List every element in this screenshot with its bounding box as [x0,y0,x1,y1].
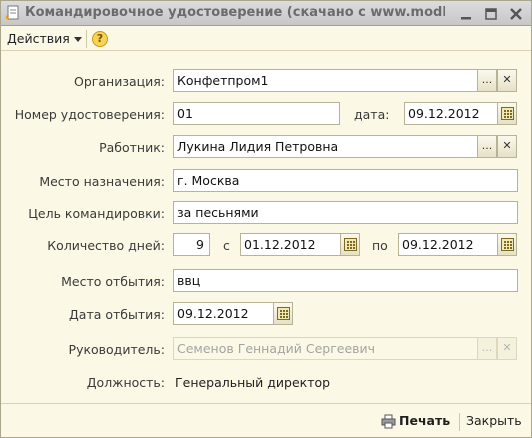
calendar-icon [344,238,357,251]
days-count-field[interactable]: 9 [173,233,210,256]
from-date-calendar-button[interactable] [340,233,360,256]
departure-date-label: Дата отбытия: [69,307,165,322]
organization-select-button[interactable]: ... [477,69,497,92]
date-label: дата: [354,107,390,122]
to-date-calendar-button[interactable] [497,233,517,256]
calendar-icon [277,307,290,320]
position-label: Должность: [86,375,165,390]
help-icon[interactable]: ? [92,31,108,47]
to-date-field[interactable]: 09.12.2012 [398,233,498,256]
manager-clear-button: ✕ [497,337,517,360]
bottom-bar: Печать Закрыть [1,403,531,437]
employee-field[interactable]: Лукина Лидия Петровна [173,135,478,158]
print-label: Печать [399,413,451,428]
bottom-divider [459,413,460,431]
toolbar-divider [86,30,87,48]
days-count-label: Количество дней: [47,238,165,253]
window-title: Командировочное удостоверение (скачано с… [25,5,445,20]
document-window: Командировочное удостоверение (скачано с… [0,0,532,438]
purpose-label: Цель командировки: [28,206,165,221]
employee-clear-button[interactable]: ✕ [497,135,517,158]
maximize-icon[interactable] [483,6,499,22]
manager-label: Руководитель: [68,342,165,357]
departure-place-field[interactable]: ввц [173,269,518,292]
from-date-field[interactable]: 01.12.2012 [240,233,341,256]
to-label: по [372,238,388,253]
destination-label: Место назначения: [39,174,165,189]
purpose-field[interactable]: за песьнями [173,201,518,224]
employee-select-button[interactable]: ... [477,135,497,158]
departure-place-label: Место отбытия: [61,274,165,289]
destination-field[interactable]: г. Москва [173,169,518,192]
printer-icon [381,414,396,429]
close-button[interactable]: Закрыть [466,413,522,428]
document-icon [6,5,19,20]
organization-label: Организация: [74,74,165,89]
departure-date-calendar-button[interactable] [273,302,293,325]
departure-date-field[interactable]: 09.12.2012 [173,302,274,325]
certificate-number-label: Номер удостоверения: [14,107,165,122]
date-field[interactable]: 09.12.2012 [404,102,498,125]
manager-select-button: ... [477,337,497,360]
organization-field[interactable]: Конфетпром1 [173,69,478,92]
title-bar[interactable]: Командировочное удостоверение (скачано с… [1,1,531,26]
manager-field: Семенов Геннадий Сергеевич [173,337,478,360]
actions-menu-button[interactable]: Действия [7,30,82,48]
organization-clear-button[interactable]: ✕ [497,69,517,92]
toolbar: Действия ? [1,27,531,51]
minimize-icon[interactable] [458,6,474,22]
employee-label: Работник: [99,140,165,155]
calendar-icon [501,238,514,251]
certificate-number-field[interactable]: 01 [173,102,340,125]
close-icon[interactable] [508,6,524,22]
date-calendar-button[interactable] [497,102,517,125]
calendar-icon [501,107,514,120]
from-label: с [223,238,230,253]
chevron-down-icon [73,37,82,42]
position-value: Генеральный директор [175,375,331,390]
actions-label: Действия [7,31,70,46]
